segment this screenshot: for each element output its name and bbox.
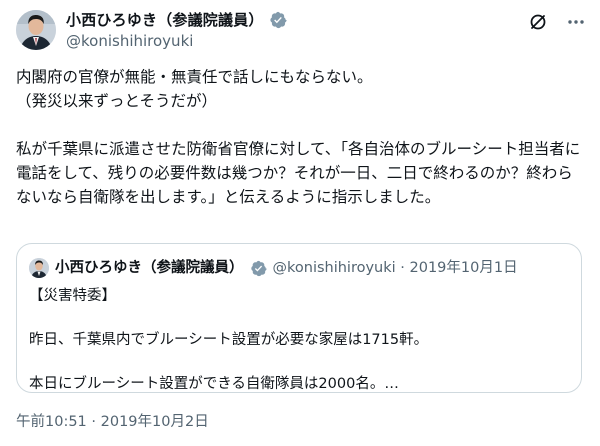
avatar-image (16, 10, 56, 50)
post-timestamp[interactable]: 午前10:51 · 2019年10月2日 (16, 412, 209, 432)
quoted-text-line3: 本日にブルーシート設置ができる自衛隊員は2000名。… (29, 376, 399, 392)
post: 小西ひろゆき（参議院議員） @konishihiroyuki 内閣府の官僚が無能… (0, 0, 600, 446)
more-icon[interactable] (566, 12, 586, 32)
quoted-post-header: 小西ひろゆき（参議院議員） @konishihiroyuki · 2019年10… (29, 258, 518, 278)
author-avatar[interactable] (16, 10, 56, 50)
quoted-handle-date: @konishihiroyuki · 2019年10月1日 (272, 260, 518, 276)
post-text-line2: （発災以来ずっとそうだが） (16, 92, 218, 110)
quoted-avatar-image (29, 258, 49, 278)
top-actions (528, 12, 586, 32)
quoted-post[interactable]: 小西ひろゆき（参議院議員） @konishihiroyuki · 2019年10… (16, 243, 582, 393)
grok-icon[interactable] (528, 12, 548, 32)
quoted-text-line1: 【災害特委】 (29, 288, 116, 304)
author-display-name[interactable]: 小西ひろゆき（参議院議員） (66, 10, 264, 30)
author-name-row: 小西ひろゆき（参議院議員） (66, 10, 287, 30)
post-text-line1: 内閣府の官僚が無能・無責任で話しにもならない。 (16, 68, 373, 86)
author-handle[interactable]: @konishihiroyuki (66, 31, 193, 51)
quoted-verified-badge-icon (250, 260, 267, 276)
quoted-spacer (29, 351, 569, 373)
quoted-author-avatar (29, 258, 49, 278)
quoted-spacer (29, 307, 569, 329)
post-text-paragraph2: 私が千葉県に派遣させた防衛省官僚に対して、「各自治体のブルーシート担当者に電話を… (16, 140, 581, 206)
quoted-post-text: 【災害特委】 昨日、千葉県内でブルーシート設置が必要な家屋は1715軒。 本日に… (29, 285, 569, 395)
verified-badge-icon (270, 11, 287, 29)
quoted-author-name: 小西ひろゆき（参議院議員） (55, 260, 244, 276)
quoted-text-line2: 昨日、千葉県内でブルーシート設置が必要な家屋は1715軒。 (29, 332, 429, 348)
post-text: 内閣府の官僚が無能・無責任で話しにもならない。 （発災以来ずっとそうだが） 私が… (16, 65, 586, 209)
